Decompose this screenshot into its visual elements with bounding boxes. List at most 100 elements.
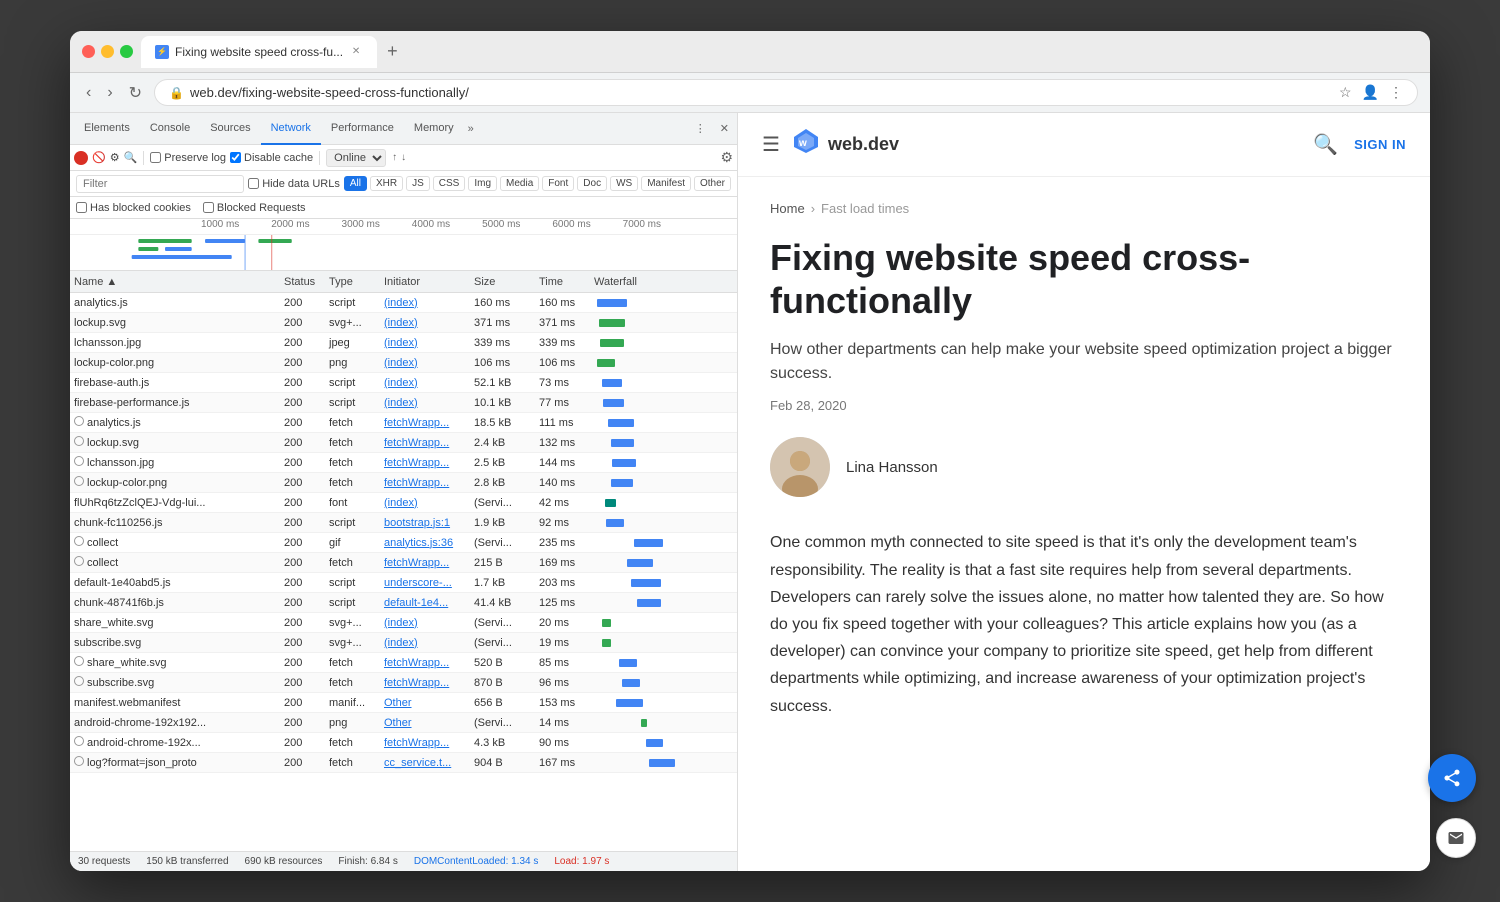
col-header-time[interactable]: Time — [535, 276, 590, 288]
close-button[interactable] — [82, 45, 95, 58]
table-row[interactable]: lchansson.jpg 200 fetch fetchWrapp... 2.… — [70, 453, 737, 473]
sign-in-button[interactable]: SIGN IN — [1354, 137, 1406, 152]
table-row[interactable]: default-1e40abd5.js 200 script underscor… — [70, 573, 737, 593]
table-row[interactable]: collect 200 fetch fetchWrapp... 215 B 16… — [70, 553, 737, 573]
filter-input[interactable] — [76, 175, 244, 193]
cell-type: script — [325, 517, 380, 529]
table-row[interactable]: subscribe.svg 200 svg+... (index) (Servi… — [70, 633, 737, 653]
clear-button[interactable]: 🚫 — [92, 151, 106, 164]
cell-initiator: Other — [380, 717, 470, 729]
preserve-log-label[interactable]: Preserve log — [150, 152, 226, 164]
filter-js[interactable]: JS — [406, 176, 430, 191]
blocked-requests-label[interactable]: Blocked Requests — [203, 202, 306, 214]
table-row[interactable]: share_white.svg 200 svg+... (index) (Ser… — [70, 613, 737, 633]
hide-data-urls-checkbox[interactable] — [248, 178, 259, 189]
table-row[interactable]: lockup-color.png 200 png (index) 106 ms … — [70, 353, 737, 373]
settings-icon[interactable]: ⚙ — [720, 149, 733, 166]
forward-button[interactable]: › — [103, 80, 116, 106]
cell-status: 200 — [280, 717, 325, 729]
col-header-status[interactable]: Status — [280, 276, 325, 288]
back-button[interactable]: ‹ — [82, 80, 95, 106]
table-row[interactable]: lchansson.jpg 200 jpeg (index) 339 ms 33… — [70, 333, 737, 353]
has-blocked-cookies-checkbox[interactable] — [76, 202, 87, 213]
has-blocked-cookies-label[interactable]: Has blocked cookies — [76, 202, 191, 214]
site-logo[interactable]: w web.dev — [792, 127, 899, 162]
maximize-button[interactable] — [120, 45, 133, 58]
table-row[interactable]: collect 200 gif analytics.js:36 (Servi..… — [70, 533, 737, 553]
hide-data-urls-text: Hide data URLs — [262, 178, 340, 190]
filter-icon[interactable]: ⚙ — [110, 151, 120, 164]
filter-xhr[interactable]: XHR — [370, 176, 403, 191]
table-row[interactable]: android-chrome-192x... 200 fetch fetchWr… — [70, 733, 737, 753]
minimize-button[interactable] — [101, 45, 114, 58]
table-row[interactable]: share_white.svg 200 fetch fetchWrapp... … — [70, 653, 737, 673]
search-icon[interactable]: 🔍 — [124, 151, 138, 164]
table-row[interactable]: analytics.js 200 fetch fetchWrapp... 18.… — [70, 413, 737, 433]
disable-cache-checkbox[interactable] — [230, 152, 241, 163]
hide-data-urls-label[interactable]: Hide data URLs — [248, 178, 340, 190]
table-row[interactable]: lockup.svg 200 fetch fetchWrapp... 2.4 k… — [70, 433, 737, 453]
search-icon[interactable]: 🔍 — [1313, 132, 1338, 157]
url-bar[interactable]: 🔒 web.dev/fixing-website-speed-cross-fun… — [154, 79, 1418, 106]
article-text: One common myth connected to site speed … — [770, 529, 1398, 719]
table-row[interactable]: firebase-performance.js 200 script (inde… — [70, 393, 737, 413]
devtools-close-icon[interactable]: ✕ — [716, 122, 733, 135]
col-header-size[interactable]: Size — [470, 276, 535, 288]
filter-other[interactable]: Other — [694, 176, 731, 191]
filter-all[interactable]: All — [344, 176, 367, 191]
table-row[interactable]: subscribe.svg 200 fetch fetchWrapp... 87… — [70, 673, 737, 693]
table-row[interactable]: chunk-48741f6b.js 200 script default-1e4… — [70, 593, 737, 613]
filter-media[interactable]: Media — [500, 176, 539, 191]
tab-network[interactable]: Network — [261, 113, 321, 145]
filter-img[interactable]: Img — [468, 176, 497, 191]
filter-font[interactable]: Font — [542, 176, 574, 191]
share-fab[interactable] — [1428, 754, 1430, 802]
table-row[interactable]: lockup.svg 200 svg+... (index) 371 ms 37… — [70, 313, 737, 333]
table-row[interactable]: log?format=json_proto 200 fetch cc_servi… — [70, 753, 737, 773]
web-content[interactable]: ☰ w web.dev 🔍 SIGN IN — [738, 113, 1430, 871]
devtools-more-icon[interactable]: ⋮ — [691, 122, 710, 135]
table-row[interactable]: android-chrome-192x192... 200 png Other … — [70, 713, 737, 733]
table-row[interactable]: manifest.webmanifest 200 manif... Other … — [70, 693, 737, 713]
blocked-requests-checkbox[interactable] — [203, 202, 214, 213]
tab-sources[interactable]: Sources — [200, 113, 260, 145]
tab-console[interactable]: Console — [140, 113, 200, 145]
cell-size: (Servi... — [470, 497, 535, 509]
table-row[interactable]: flUhRq6tzZclQEJ-Vdg-lui... 200 font (ind… — [70, 493, 737, 513]
table-row[interactable]: analytics.js 200 script (index) 160 ms 1… — [70, 293, 737, 313]
tab-elements[interactable]: Elements — [74, 113, 140, 145]
menu-icon[interactable]: ☰ — [762, 132, 780, 157]
more-tabs-icon[interactable]: » — [464, 123, 478, 135]
more-icon[interactable]: ⋮ — [1389, 84, 1403, 101]
col-header-name[interactable]: Name ▲ — [70, 276, 280, 288]
filter-manifest[interactable]: Manifest — [641, 176, 691, 191]
reload-button[interactable]: ↻ — [125, 79, 146, 107]
col-header-type[interactable]: Type — [325, 276, 380, 288]
filter-css[interactable]: CSS — [433, 176, 466, 191]
table-row[interactable]: lockup-color.png 200 fetch fetchWrapp...… — [70, 473, 737, 493]
table-row[interactable]: firebase-auth.js 200 script (index) 52.1… — [70, 373, 737, 393]
preserve-log-checkbox[interactable] — [150, 152, 161, 163]
cell-size: 2.8 kB — [470, 477, 535, 489]
disable-cache-label[interactable]: Disable cache — [230, 152, 313, 164]
new-tab-button[interactable]: + — [381, 41, 404, 62]
record-button[interactable] — [74, 151, 88, 165]
active-tab[interactable]: ⚡ Fixing website speed cross-fu... ✕ — [141, 36, 377, 68]
profile-icon[interactable]: 👤 — [1362, 84, 1379, 101]
table-row[interactable]: chunk-fc110256.js 200 script bootstrap.j… — [70, 513, 737, 533]
col-header-initiator[interactable]: Initiator — [380, 276, 470, 288]
network-table[interactable]: Name ▲ Status Type Initiator Size Time W… — [70, 271, 737, 851]
breadcrumb-home[interactable]: Home — [770, 201, 805, 216]
cell-status: 200 — [280, 457, 325, 469]
cell-size: 41.4 kB — [470, 597, 535, 609]
col-header-waterfall[interactable]: Waterfall — [590, 276, 737, 288]
tl-3000: 3000 ms — [326, 219, 396, 234]
filter-ws[interactable]: WS — [610, 176, 638, 191]
tab-memory[interactable]: Memory — [404, 113, 464, 145]
filter-doc[interactable]: Doc — [577, 176, 607, 191]
breadcrumb-section[interactable]: Fast load times — [821, 201, 909, 216]
tab-performance[interactable]: Performance — [321, 113, 404, 145]
tab-close-button[interactable]: ✕ — [349, 45, 363, 59]
bookmark-icon[interactable]: ☆ — [1339, 84, 1352, 101]
throttle-select[interactable]: Online — [326, 149, 386, 167]
